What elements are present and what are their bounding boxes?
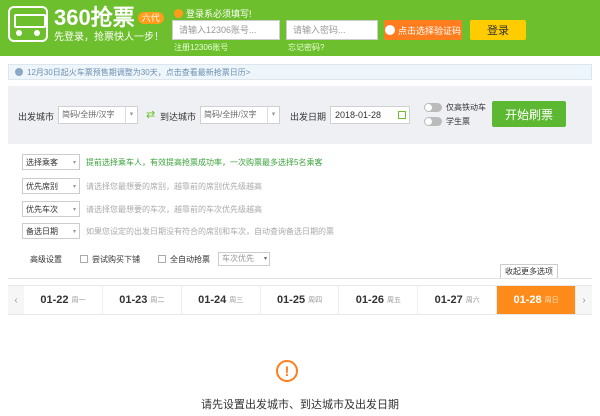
date-tab-weekday: 周一 [71,297,86,304]
select-passenger-button[interactable]: 选择乘客 ▾ [22,154,80,170]
date-tab-weekday: 周四 [308,297,323,304]
notice-bar[interactable]: 12月30日起火车票预售期调整为30天，点击查看最新抢票日历> [8,64,592,80]
date-tab-active[interactable]: 01-28 周日 [497,286,577,314]
from-city-input[interactable]: 简码/全拼/汉字 ▾ [58,106,138,124]
auto-grab-label: 全自动抢票 [170,254,210,264]
date-tab-date: 01-27 [434,294,463,306]
date-tab-weekday: 周六 [465,297,480,304]
prev-arrow-icon[interactable]: ‹ [8,286,24,314]
option-button-label: 优先席别 [26,181,58,191]
captcha-button-label: 点击选择验证码 [397,25,461,36]
option-hint: 请选择您最想要的车次，越靠前的车次优先级越高 [86,204,262,214]
next-arrow-icon[interactable]: › [576,286,593,314]
to-city-input[interactable]: 简码/全拼/汉字 ▾ [200,106,280,124]
chevron-down-icon: ▾ [72,183,76,190]
priority-value: 车次优先 [222,254,254,263]
priority-train-button[interactable]: 优先车次 ▾ [22,201,80,217]
advanced-settings: 高级设置 尝试购买下铺 全自动抢票 车次优先 ▾ [30,252,270,266]
account-input[interactable]: 请输入12306账号... [172,20,280,40]
empty-state-message: 请先设置出发城市、到达城市及出发日期 [201,399,399,411]
auto-grab-checkbox[interactable] [158,255,166,263]
date-tab[interactable]: 01-27 周六 [418,286,498,314]
version-badge: 六代 [137,12,164,24]
date-tab[interactable]: 01-24 周三 [182,286,261,314]
register-link[interactable]: 注册12306账号 [174,42,228,53]
from-placeholder: 简码/全拼/汉字 [62,110,115,119]
date-tab-weekday: 周五 [386,297,401,304]
chevron-down-icon: ▾ [72,228,76,235]
to-label: 到达城市 [160,112,197,122]
date-tab-weekday: 周二 [150,297,165,304]
high-speed-toggle[interactable]: 仅高铁动车 [424,102,486,113]
info-icon [174,9,183,18]
forgot-password-link[interactable]: 忘记密码? [288,42,324,53]
date-label: 出发日期 [290,112,327,122]
calendar-icon[interactable] [398,111,406,119]
priority-seat-button[interactable]: 优先席别 ▾ [22,178,80,194]
swap-icon[interactable]: ⇄ [146,110,155,121]
app-header: 360抢票 六代 先登录，抢票快人一步！ 登录系必须填写! 请输入12306账号… [0,0,600,56]
date-tab[interactable]: 01-25 周四 [261,286,340,314]
divider [8,278,592,279]
to-placeholder: 简码/全拼/汉字 [204,110,257,119]
captcha-icon [384,25,395,35]
login-hint: 登录系必须填写! [174,7,252,20]
logo-title: 360抢票 [54,5,135,30]
option-hint: 请选择您最想要的席别，越靠前的席别优先级越高 [86,181,262,191]
priority-select[interactable]: 车次优先 ▾ [218,252,270,266]
date-tab-weekday: 周日 [544,297,559,304]
option-hint: 提前选择乘车人，有效提高抢票成功率，一次购票最多选择5名乘客 [86,157,323,167]
option-train: 优先车次 ▾ 请选择您最想要的车次，越靠前的车次优先级越高 [22,201,262,217]
date-value: 2018-01-28 [335,110,382,120]
toggle-switch[interactable] [424,117,442,126]
option-seat: 优先席别 ▾ 请选择您最想要的席别，越靠前的席别优先级越高 [22,178,262,194]
chevron-down-icon: ▾ [72,206,76,213]
lower-berth-label: 尝试购买下铺 [92,254,140,264]
captcha-button[interactable]: 点击选择验证码 [384,20,462,40]
date-tab-date: 01-24 [198,294,227,306]
option-button-label: 选择乘客 [26,157,58,167]
option-hint: 如果您设定的出发日期没有符合的席别和车次，自动查询备选日期的票 [86,226,334,236]
password-input[interactable]: 请输入密码... [286,20,378,40]
notice-text[interactable]: 12月30日起火车票预售期调整为30天，点击查看最新抢票日历> [27,67,250,78]
date-tab-date: 01-23 [119,294,148,306]
chevron-down-icon: ▾ [263,256,267,262]
start-refresh-button[interactable]: 开始刷票 [492,101,566,127]
login-button[interactable]: 登录 [470,20,526,40]
chevron-down-icon: ▾ [72,159,76,166]
dropdown-icon[interactable]: ▾ [267,107,279,123]
alternate-date-button[interactable]: 备选日期 ▾ [22,223,80,239]
date-tab-weekday: 周三 [229,297,244,304]
date-tab[interactable]: 01-26 周五 [339,286,419,314]
login-hint-text: 登录系必须填写! [186,9,252,19]
toggle-switch[interactable] [424,103,442,112]
high-speed-label: 仅高铁动车 [446,103,486,112]
date-tab[interactable]: 01-22 周一 [24,286,103,314]
option-button-label: 优先车次 [26,204,58,214]
slogan: 先登录，抢票快人一步！ [54,32,164,43]
option-button-label: 备选日期 [26,226,58,236]
option-passenger: 选择乘客 ▾ 提前选择乘车人，有效提高抢票成功率，一次购票最多选择5名乘客 [22,154,322,170]
lower-berth-checkbox[interactable] [80,255,88,263]
date-strip: ‹ 01-22 周一 01-23 周二 01-24 周三 01-25 周四 01-26 周… [8,285,593,315]
date-input[interactable]: 2018-01-28 [330,106,410,124]
date-tab[interactable]: 01-23 周二 [103,286,182,314]
notice-icon [15,68,23,76]
student-label: 学生票 [446,117,470,126]
date-tab-date: 01-25 [276,294,306,306]
dropdown-icon[interactable]: ▾ [125,107,137,123]
date-tab-date: 01-28 [513,294,542,306]
date-tab-date: 01-26 [355,294,384,306]
option-alt-date: 备选日期 ▾ 如果您设定的出发日期没有符合的席别和车次，自动查询备选日期的票 [22,223,334,239]
advanced-label: 高级设置 [30,254,62,264]
date-tab-date: 01-22 [40,294,69,306]
collapse-options-button[interactable]: 收起更多选项 [500,264,558,278]
train-icon [8,6,48,42]
from-label: 出发城市 [18,112,55,122]
student-toggle[interactable]: 学生票 [424,116,470,127]
logo: 360抢票 六代 先登录，抢票快人一步！ [8,6,164,44]
search-panel: 出发城市 简码/全拼/汉字 ▾ ⇄ 到达城市 简码/全拼/汉字 ▾ 出发日期 2… [8,86,592,144]
warning-icon: ! [276,360,298,382]
